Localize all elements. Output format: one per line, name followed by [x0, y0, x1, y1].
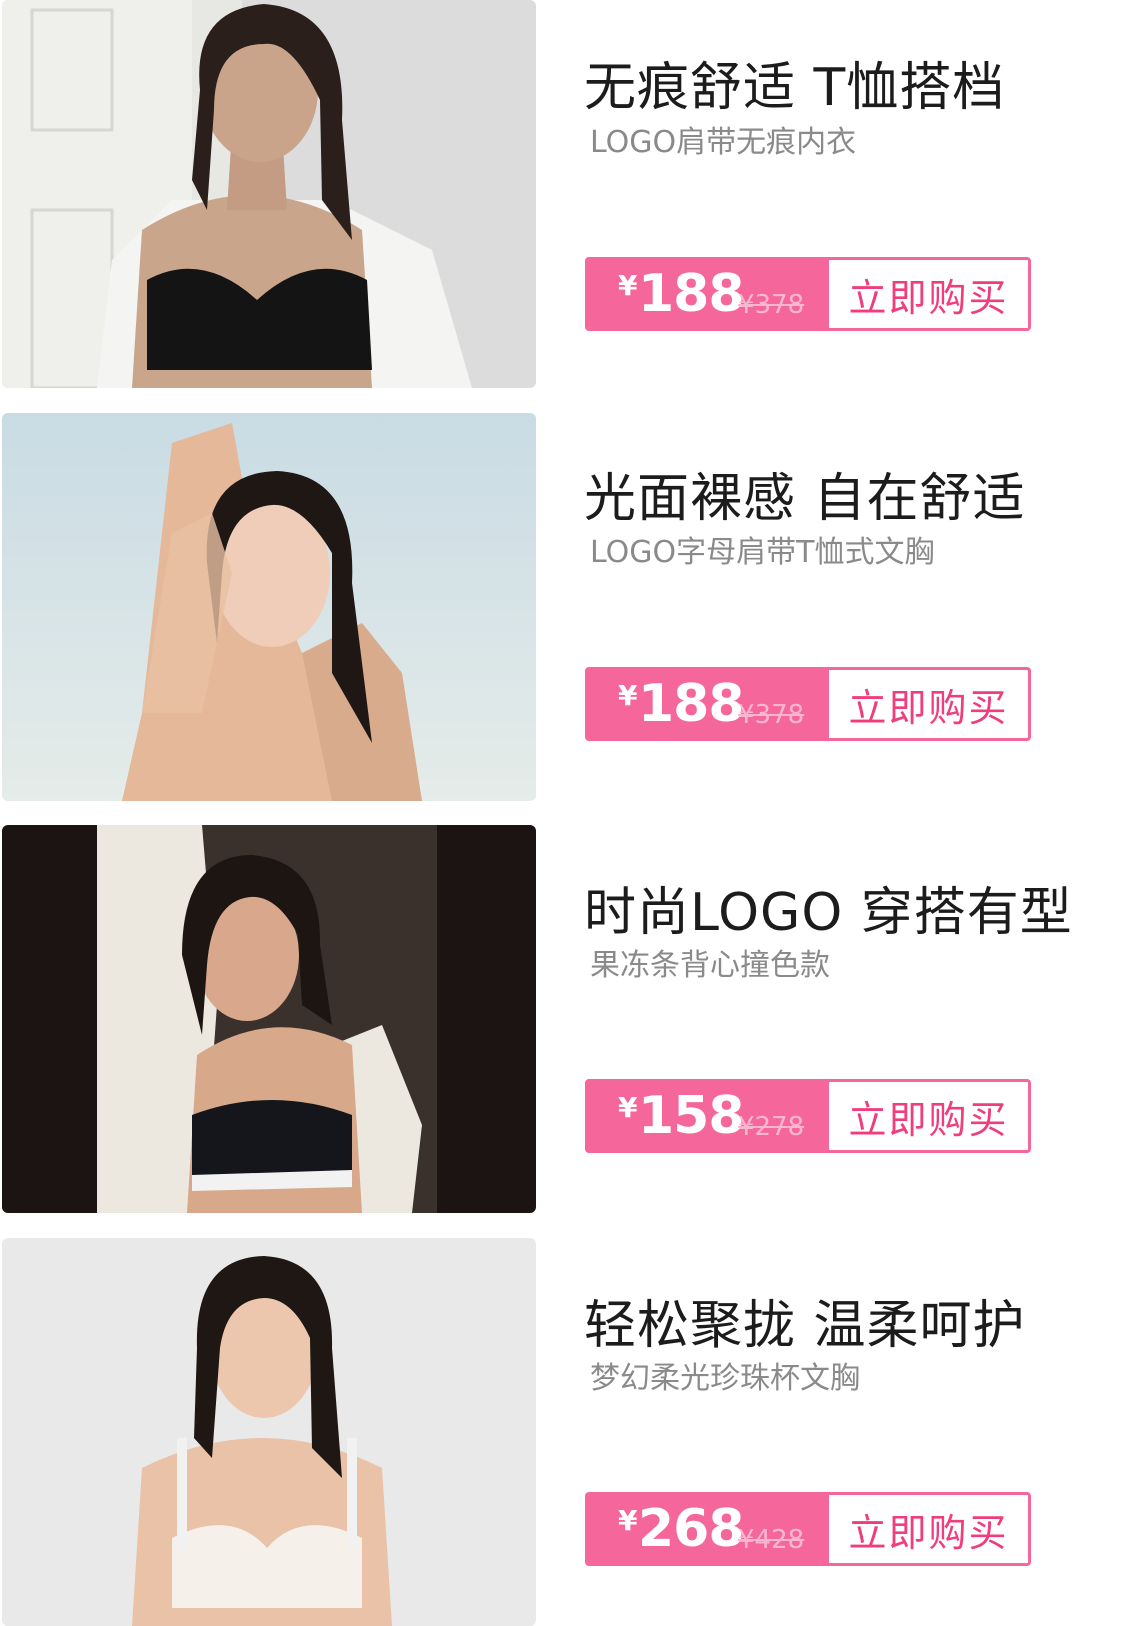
- product-photo[interactable]: [2, 1238, 536, 1626]
- currency-symbol: ¥: [618, 679, 638, 712]
- currency-symbol: ¥: [618, 269, 638, 302]
- original-price: ¥428: [738, 1525, 805, 1555]
- buy-now-button[interactable]: 立即购买: [829, 670, 1028, 738]
- product-title: 轻松聚拢 温柔呵护: [584, 1296, 1026, 1356]
- currency-symbol: ¥: [618, 1091, 638, 1124]
- current-price: 268: [638, 1499, 745, 1559]
- buy-now-button[interactable]: 立即购买: [829, 1082, 1028, 1150]
- product-photo[interactable]: [2, 413, 536, 801]
- price-buy-button[interactable]: ¥ 188 ¥378 立即购买: [585, 257, 1031, 331]
- buy-now-button[interactable]: 立即购买: [829, 1495, 1028, 1563]
- current-price: 158: [638, 1086, 745, 1146]
- product-title: 光面裸感 自在舒适: [584, 469, 1026, 529]
- current-price: 188: [638, 264, 745, 324]
- buy-now-button[interactable]: 立即购买: [829, 260, 1028, 328]
- original-price: ¥378: [738, 290, 805, 320]
- price-panel[interactable]: ¥ 188 ¥378: [588, 260, 829, 328]
- original-price: ¥278: [738, 1112, 805, 1142]
- price-panel[interactable]: ¥ 268 ¥428: [588, 1495, 829, 1563]
- product-subtitle: LOGO字母肩带T恤式文胸: [590, 535, 935, 570]
- product-card[interactable]: 时尚LOGO 穿搭有型 果冻条背心撞色款 ¥ 158 ¥278 立即购买: [0, 825, 1125, 1213]
- product-card[interactable]: 轻松聚拢 温柔呵护 梦幻柔光珍珠杯文胸 ¥ 268 ¥428 立即购买: [0, 1238, 1125, 1626]
- product-photo[interactable]: [2, 825, 536, 1213]
- price-panel[interactable]: ¥ 188 ¥378: [588, 670, 829, 738]
- original-price: ¥378: [738, 700, 805, 730]
- price-buy-button[interactable]: ¥ 188 ¥378 立即购买: [585, 667, 1031, 741]
- product-card[interactable]: 光面裸感 自在舒适 LOGO字母肩带T恤式文胸 ¥ 188 ¥378 立即购买: [0, 413, 1125, 801]
- product-photo[interactable]: [2, 0, 536, 388]
- product-subtitle: 梦幻柔光珍珠杯文胸: [590, 1361, 860, 1396]
- product-title: 时尚LOGO 穿搭有型: [584, 883, 1073, 943]
- price-panel[interactable]: ¥ 158 ¥278: [588, 1082, 829, 1150]
- product-title: 无痕舒适 T恤搭档: [584, 58, 1006, 118]
- currency-symbol: ¥: [618, 1504, 638, 1537]
- price-buy-button[interactable]: ¥ 268 ¥428 立即购买: [585, 1492, 1031, 1566]
- current-price: 188: [638, 674, 745, 734]
- product-subtitle: 果冻条背心撞色款: [590, 948, 830, 983]
- price-buy-button[interactable]: ¥ 158 ¥278 立即购买: [585, 1079, 1031, 1153]
- product-subtitle: LOGO肩带无痕内衣: [590, 125, 857, 160]
- product-card[interactable]: 无痕舒适 T恤搭档 LOGO肩带无痕内衣 ¥ 188 ¥378 立即购买: [0, 0, 1125, 388]
